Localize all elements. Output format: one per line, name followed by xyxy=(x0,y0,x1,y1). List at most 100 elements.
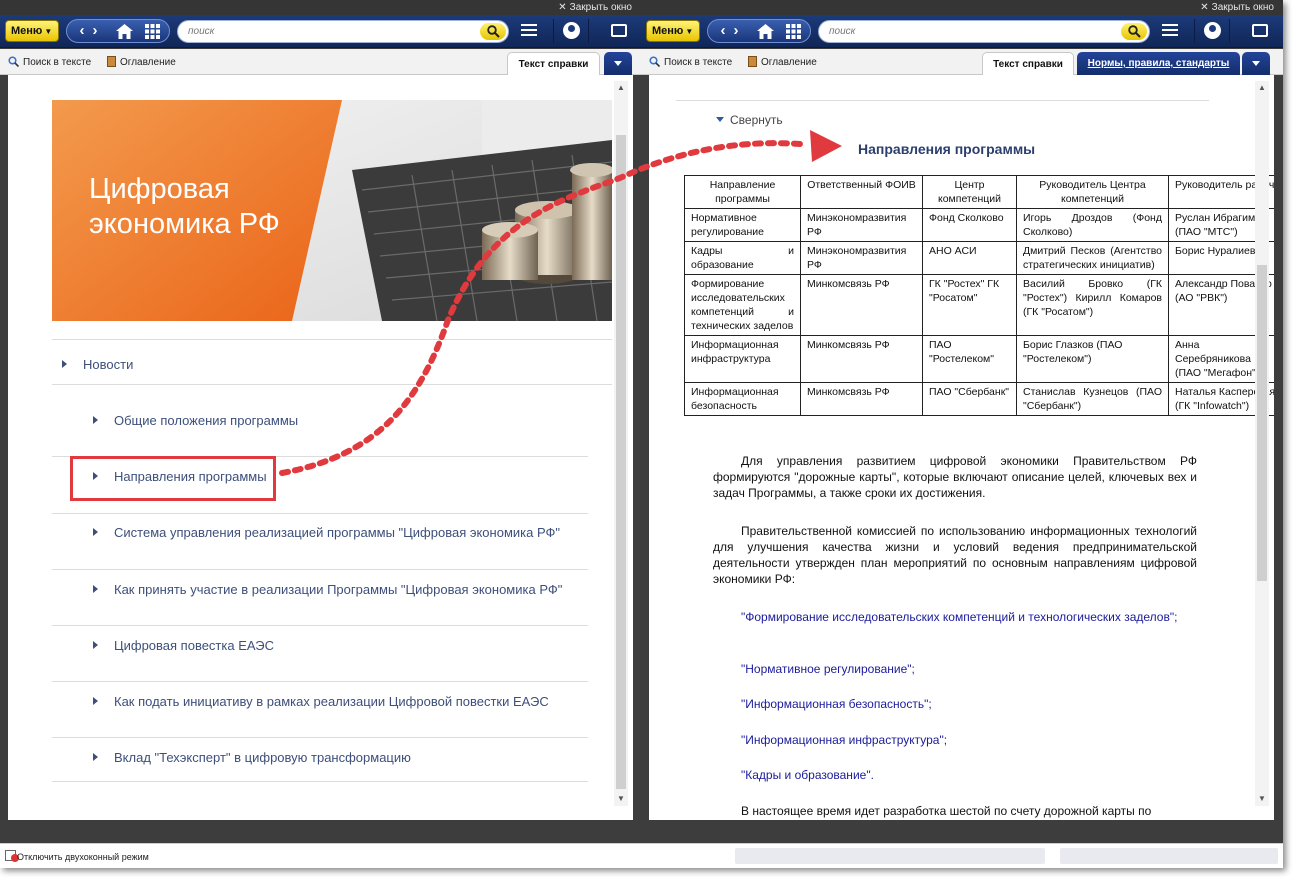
table-cell: Минкомсвязь РФ xyxy=(800,382,923,416)
close-window-button[interactable]: ✕ Закрыть окно xyxy=(558,2,635,13)
search-button[interactable] xyxy=(1121,23,1147,40)
scroll-thumb[interactable] xyxy=(1257,265,1267,581)
user-button[interactable] xyxy=(1194,19,1230,43)
caret-right-icon xyxy=(93,416,102,424)
home-icon xyxy=(115,24,133,39)
table-cell: ПАО "Сбербанк" xyxy=(922,382,1017,416)
tab-menu-button[interactable] xyxy=(604,52,632,75)
nav-item-techexpert[interactable]: Вклад "Техэксперт" в цифровую трансформа… xyxy=(93,750,411,765)
close-bar: ✕ Закрыть окно xyxy=(641,0,1283,15)
search-icon xyxy=(487,25,500,38)
collapse-toggle[interactable]: Свернуть xyxy=(716,113,783,127)
search-input[interactable] xyxy=(829,24,1109,39)
program-direction-link[interactable]: "Кадры и образование". xyxy=(713,767,1197,783)
nav-item-eaeu-agenda[interactable]: Цифровая повестка ЕАЭС xyxy=(93,638,274,653)
close-window-button[interactable]: ✕ Закрыть окно xyxy=(1200,2,1277,13)
program-direction-link[interactable]: "Информационная инфраструктура"; xyxy=(713,732,1197,748)
table-header-cell: Направление программы xyxy=(684,175,801,209)
table-cell: Кадры и образование xyxy=(684,241,801,275)
menu-button[interactable]: Меню ▼ xyxy=(646,20,700,42)
subbar: Поиск в тексте Оглавление Текст справки xyxy=(0,49,641,75)
forward-button[interactable]: › xyxy=(82,20,108,42)
user-button[interactable] xyxy=(553,19,589,43)
table-cell: Минкомсвязь РФ xyxy=(800,274,923,336)
chat-button[interactable] xyxy=(1247,19,1273,43)
caret-right-icon xyxy=(93,753,102,761)
left-content: Цифровая экономика РФ Новости Общие поло… xyxy=(8,75,633,820)
caret-right-icon xyxy=(93,697,102,705)
search-in-text-link[interactable]: Поиск в тексте xyxy=(649,56,732,68)
search-icon xyxy=(649,56,660,67)
tab-help-text[interactable]: Текст справки xyxy=(982,52,1074,75)
nav-item-general[interactable]: Общие положения программы xyxy=(93,413,298,428)
status-info xyxy=(735,848,1045,864)
hamburger-button[interactable] xyxy=(1157,19,1183,43)
nav-item-initiative[interactable]: Как подать инициативу в рамках реализаци… xyxy=(93,694,549,709)
menu-icon xyxy=(521,24,537,26)
dual-window-toggle[interactable]: Отключить двухоконный режим xyxy=(17,852,149,862)
table-cell: Борис Глазков (ПАО "Ростелеком") xyxy=(1016,335,1169,383)
chat-button[interactable] xyxy=(606,19,632,43)
table-row: Нормативное регулирование Минэкономразви… xyxy=(684,208,1274,242)
table-cell: Информационная инфраструктура xyxy=(684,335,801,383)
forward-button[interactable]: › xyxy=(723,20,749,42)
scroll-down-icon[interactable]: ▼ xyxy=(1255,792,1269,806)
nav-group: ‹ › xyxy=(707,19,811,43)
left-vertical-scrollbar[interactable]: ▲ ▼ xyxy=(614,81,628,806)
table-cell: ГК "Ростех" ГК "Росатом" xyxy=(922,274,1017,336)
chevron-right-icon: › xyxy=(92,22,98,39)
paragraph: Для управления развитием цифровой эконом… xyxy=(713,454,1197,500)
menu-button[interactable]: Меню ▼ xyxy=(5,20,59,42)
table-row: Формирование исследовательских компетенц… xyxy=(684,274,1274,336)
search-field xyxy=(177,20,509,43)
caret-right-icon xyxy=(93,585,102,593)
nav-item-management[interactable]: Система управления реализацией программы… xyxy=(93,525,560,540)
grid-button[interactable] xyxy=(139,20,165,42)
directions-table: Направление программы Ответственный ФОИВ… xyxy=(684,175,1274,416)
divider xyxy=(52,384,612,385)
table-header-cell: Ответственный ФОИВ xyxy=(800,175,923,209)
divider xyxy=(676,100,1209,101)
toc-link[interactable]: Оглавление xyxy=(107,56,176,68)
table-header-cell: Центр компетенций xyxy=(922,175,1017,209)
search-button[interactable] xyxy=(480,23,506,40)
search-in-text-link[interactable]: Поиск в тексте xyxy=(8,56,91,68)
book-icon xyxy=(748,56,757,67)
program-direction-link[interactable]: "Формирование исследовательских компетен… xyxy=(713,609,1197,625)
divider xyxy=(52,781,588,782)
caret-right-icon xyxy=(62,360,71,368)
right-vertical-scrollbar[interactable]: ▲ ▼ xyxy=(1255,81,1269,806)
home-button[interactable] xyxy=(111,20,137,42)
nav-group: ‹ › xyxy=(66,19,170,43)
nav-item-news[interactable]: Новости xyxy=(62,357,133,372)
nav-item-participation[interactable]: Как принять участие в реализации Програм… xyxy=(93,582,562,597)
search-icon xyxy=(8,56,19,67)
grid-button[interactable] xyxy=(780,20,806,42)
program-direction-link[interactable]: "Нормативное регулирование"; xyxy=(713,661,1197,677)
menu-icon xyxy=(1162,24,1178,26)
scroll-down-icon[interactable]: ▼ xyxy=(614,792,628,806)
pane-splitter[interactable] xyxy=(640,75,642,843)
chevron-down-icon: ▼ xyxy=(44,27,53,36)
user-icon xyxy=(562,22,580,39)
close-bar: ✕ Закрыть окно xyxy=(0,0,641,15)
table-cell: Минэкономразвития РФ xyxy=(800,241,923,275)
program-direction-link[interactable]: "Информационная безопасность"; xyxy=(713,696,1197,712)
status-info xyxy=(1060,848,1278,864)
table-row: Информационная инфраструктура Минкомсвяз… xyxy=(684,335,1274,383)
home-button[interactable] xyxy=(752,20,778,42)
tab-norms[interactable]: Нормы, правила, стандарты xyxy=(1077,52,1240,75)
toc-link[interactable]: Оглавление xyxy=(748,56,817,68)
tab-help-text[interactable]: Текст справки xyxy=(507,52,600,75)
table-cell: Нормативное регулирование xyxy=(684,208,801,242)
banner-title: Цифровая экономика РФ xyxy=(89,173,280,240)
scroll-thumb[interactable] xyxy=(616,135,626,789)
hamburger-button[interactable] xyxy=(516,19,542,43)
table-header-cell: Руководитель Центра компетенций xyxy=(1016,175,1169,209)
paragraph: Правительственной комиссией по использов… xyxy=(713,524,1197,586)
scroll-up-icon[interactable]: ▲ xyxy=(614,81,628,95)
scroll-up-icon[interactable]: ▲ xyxy=(1255,81,1269,95)
toolbar: Меню ▼ ‹ › xyxy=(0,15,641,48)
tab-menu-button[interactable] xyxy=(1242,52,1270,75)
search-input[interactable] xyxy=(188,24,468,39)
